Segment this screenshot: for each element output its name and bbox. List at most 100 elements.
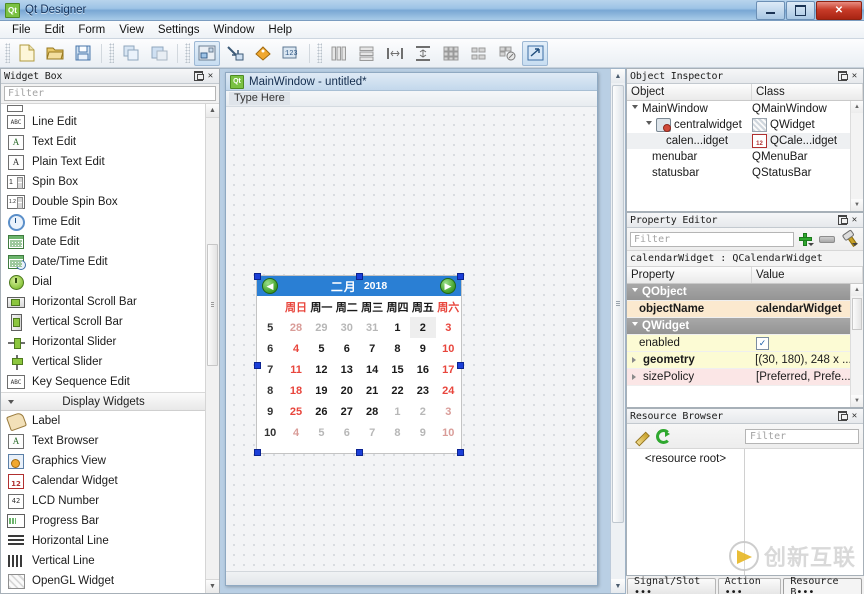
widget-item-time-edit[interactable]: Time Edit [1, 212, 206, 232]
calendar-month-label[interactable]: 二月 [331, 278, 357, 295]
widget-item-double-spin-box[interactable]: 1.2 Double Spin Box [1, 192, 206, 212]
canvas-scrollbar-thumb[interactable] [612, 85, 624, 523]
toolbar-grip-3[interactable] [185, 43, 190, 63]
open-form-button[interactable] [42, 41, 68, 66]
layout-grid-button[interactable] [438, 41, 464, 66]
scroll-up-icon[interactable]: ▲ [851, 101, 863, 113]
calendar-day-cell[interactable]: 6 [334, 422, 359, 443]
widget-item-vertical-scroll-bar[interactable]: Vertical Scroll Bar [1, 312, 206, 332]
calendar-day-cell[interactable]: 28 [283, 317, 308, 338]
chevron-down-icon[interactable] [632, 288, 638, 296]
scroll-up-icon[interactable]: ▲ [851, 284, 863, 296]
widget-item-lcd-number[interactable]: 42 LCD Number [1, 491, 206, 511]
tab-resource-browser[interactable]: Resource B∙∙∙ [783, 576, 862, 594]
widget-item-date-time-edit[interactable]: Date/Time Edit [1, 252, 206, 272]
widget-box-float-button[interactable] [193, 71, 204, 82]
save-form-button[interactable] [70, 41, 96, 66]
edit-tab-order-button[interactable]: 123 [278, 41, 304, 66]
chevron-down-icon[interactable] [646, 121, 652, 129]
form-menu-type-here[interactable]: Type Here [229, 92, 290, 105]
layout-splitter-horizontal-button[interactable] [382, 41, 408, 66]
resize-handle-top-left[interactable] [254, 273, 261, 280]
calendar-day-cell[interactable]: 29 [309, 317, 334, 338]
scrollbar-thumb[interactable] [852, 298, 862, 330]
calendar-day-cell[interactable]: 16 [410, 359, 435, 380]
toolbar-grip-4[interactable] [317, 43, 322, 63]
canvas-scroll-up-icon[interactable]: ▲ [611, 69, 625, 83]
widget-item-text-edit[interactable]: A Text Edit [1, 132, 206, 152]
widget-box-scrollbar[interactable]: ▲ ▼ [205, 104, 219, 593]
calendar-prev-month-button[interactable]: ◀ [262, 278, 278, 294]
calendar-day-cell[interactable]: 18 [283, 380, 308, 401]
calendar-day-cell[interactable]: 13 [334, 359, 359, 380]
object-inspector-scrollbar[interactable]: ▲ ▼ [850, 101, 863, 211]
form-window[interactable]: Qt MainWindow - untitled* Type Here ◀ 二月… [225, 72, 598, 586]
object-inspector-row[interactable]: calen...idget 12 QCale...idget [627, 133, 851, 149]
scroll-down-icon[interactable]: ▼ [851, 395, 863, 407]
column-header-class[interactable]: Class [752, 84, 863, 100]
menu-view[interactable]: View [112, 23, 151, 37]
widget-item-line-edit[interactable]: ABC Line Edit [1, 112, 206, 132]
calendar-day-cell[interactable]: 8 [385, 422, 410, 443]
object-inspector-row[interactable]: centralwidget QWidget [627, 117, 851, 133]
calendar-day-cell[interactable]: 9 [410, 338, 435, 359]
calendar-day-cell[interactable]: 4 [283, 422, 308, 443]
resource-root-item[interactable]: <resource root> [627, 453, 744, 465]
calendar-day-cell[interactable]: 31 [359, 317, 384, 338]
column-header-object[interactable]: Object [627, 84, 752, 100]
property-row[interactable]: geometry [(30, 180), 248 x ... [627, 352, 851, 369]
calendar-day-cell[interactable]: 30 [334, 317, 359, 338]
minimize-button[interactable] [756, 1, 785, 20]
calendar-day-cell[interactable]: 15 [385, 359, 410, 380]
widget-item-opengl-widget[interactable]: OpenGL Widget [1, 571, 206, 591]
calendar-day-cell[interactable]: 19 [309, 380, 334, 401]
resource-filter-input[interactable]: Filter [745, 428, 859, 444]
property-editor-scrollbar[interactable]: ▲ ▼ [850, 284, 863, 407]
widget-item-vertical-line[interactable]: Vertical Line [1, 551, 206, 571]
layout-form-button[interactable] [466, 41, 492, 66]
property-row[interactable]: enabled ✓ [627, 335, 851, 352]
calendar-day-cell[interactable]: 2 [410, 317, 436, 338]
calendar-day-cell[interactable]: 3 [436, 401, 461, 422]
menu-file[interactable]: File [5, 23, 38, 37]
enabled-checkbox[interactable]: ✓ [756, 336, 769, 350]
new-form-button[interactable] [14, 41, 40, 66]
calendar-day-cell[interactable]: 22 [385, 380, 410, 401]
calendar-day-cell[interactable]: 9 [410, 422, 435, 443]
widget-box-category-display-widgets[interactable]: Display Widgets [1, 392, 206, 411]
calendar-widget[interactable]: ◀ 二月 2018 ▶ 周日 周一 周二 周三 周四 周五 周六 5 28 29… [254, 273, 464, 456]
calendar-day-cell[interactable]: 10 [436, 422, 461, 443]
calendar-day-cell[interactable]: 21 [359, 380, 384, 401]
resize-handle-bottom[interactable] [356, 449, 363, 456]
resource-browser-close-button[interactable]: ✕ [849, 411, 860, 422]
widget-item-text-browser[interactable]: A Text Browser [1, 431, 206, 451]
widget-box-close-button[interactable]: ✕ [205, 71, 216, 82]
pencil-icon[interactable] [633, 429, 648, 444]
menu-edit[interactable]: Edit [38, 23, 72, 37]
canvas-vertical-scrollbar[interactable]: ▲ ▼ [610, 69, 625, 593]
widget-item-key-sequence-edit[interactable]: ABC Key Sequence Edit [1, 372, 206, 392]
calendar-day-cell[interactable]: 14 [359, 359, 384, 380]
chevron-down-icon[interactable] [632, 105, 638, 113]
resize-handle-top-right[interactable] [457, 273, 464, 280]
calendar-day-cell[interactable]: 7 [359, 422, 384, 443]
property-row[interactable]: objectName calendarWidget [627, 301, 851, 318]
resource-tree[interactable]: <resource root> [627, 449, 745, 575]
layout-horizontally-button[interactable] [326, 41, 352, 66]
edit-buddies-button[interactable] [250, 41, 276, 66]
property-editor-close-button[interactable]: ✕ [849, 215, 860, 226]
layout-vertically-button[interactable] [354, 41, 380, 66]
resize-handle-top[interactable] [356, 273, 363, 280]
break-layout-button[interactable] [494, 41, 520, 66]
calendar-day-cell[interactable]: 10 [436, 338, 461, 359]
scroll-up-icon[interactable]: ▲ [206, 104, 219, 118]
calendar-day-cell[interactable]: 26 [309, 401, 334, 422]
menu-window[interactable]: Window [206, 23, 261, 37]
property-value-cell[interactable]: calendarWidget [752, 303, 851, 315]
scrollbar-thumb[interactable] [207, 244, 218, 366]
widget-item-spin-box[interactable]: 1 Spin Box [1, 172, 206, 192]
calendar-day-cell[interactable]: 2 [410, 401, 435, 422]
calendar-day-cell[interactable]: 3 [436, 317, 461, 338]
widget-item-plain-text-edit[interactable]: A Plain Text Edit [1, 152, 206, 172]
scroll-down-icon[interactable]: ▼ [851, 199, 863, 211]
